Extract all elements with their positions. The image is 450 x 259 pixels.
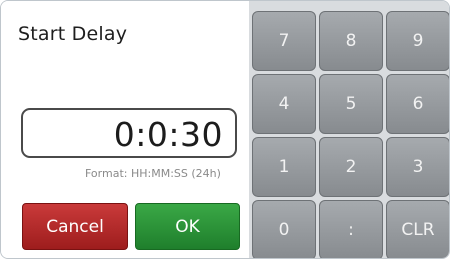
start-delay-dialog: Start Delay 0:0:30 Format: HH:MM:SS (24h…	[0, 0, 450, 259]
time-input[interactable]: 0:0:30	[21, 108, 237, 158]
time-entry-panel: Start Delay 0:0:30 Format: HH:MM:SS (24h…	[1, 1, 249, 258]
key-5[interactable]: 5	[319, 74, 383, 134]
key-3[interactable]: 3	[386, 137, 449, 197]
dialog-title: Start Delay	[18, 23, 128, 45]
key-2[interactable]: 2	[319, 137, 383, 197]
format-hint: Format: HH:MM:SS (24h)	[85, 167, 221, 180]
cancel-button[interactable]: Cancel	[22, 203, 128, 250]
key-clear[interactable]: CLR	[386, 200, 449, 258]
key-8[interactable]: 8	[319, 11, 383, 71]
ok-button[interactable]: OK	[135, 203, 240, 250]
key-4[interactable]: 4	[252, 74, 316, 134]
time-input-value: 0:0:30	[113, 115, 223, 154]
key-9[interactable]: 9	[386, 11, 449, 71]
key-0[interactable]: 0	[252, 200, 316, 258]
key-1[interactable]: 1	[252, 137, 316, 197]
key-7[interactable]: 7	[252, 11, 316, 71]
key-6[interactable]: 6	[386, 74, 449, 134]
numeric-keypad: 7 8 9 4 5 6 1 2 3 0 : CLR	[249, 1, 449, 258]
key-colon[interactable]: :	[319, 200, 383, 258]
